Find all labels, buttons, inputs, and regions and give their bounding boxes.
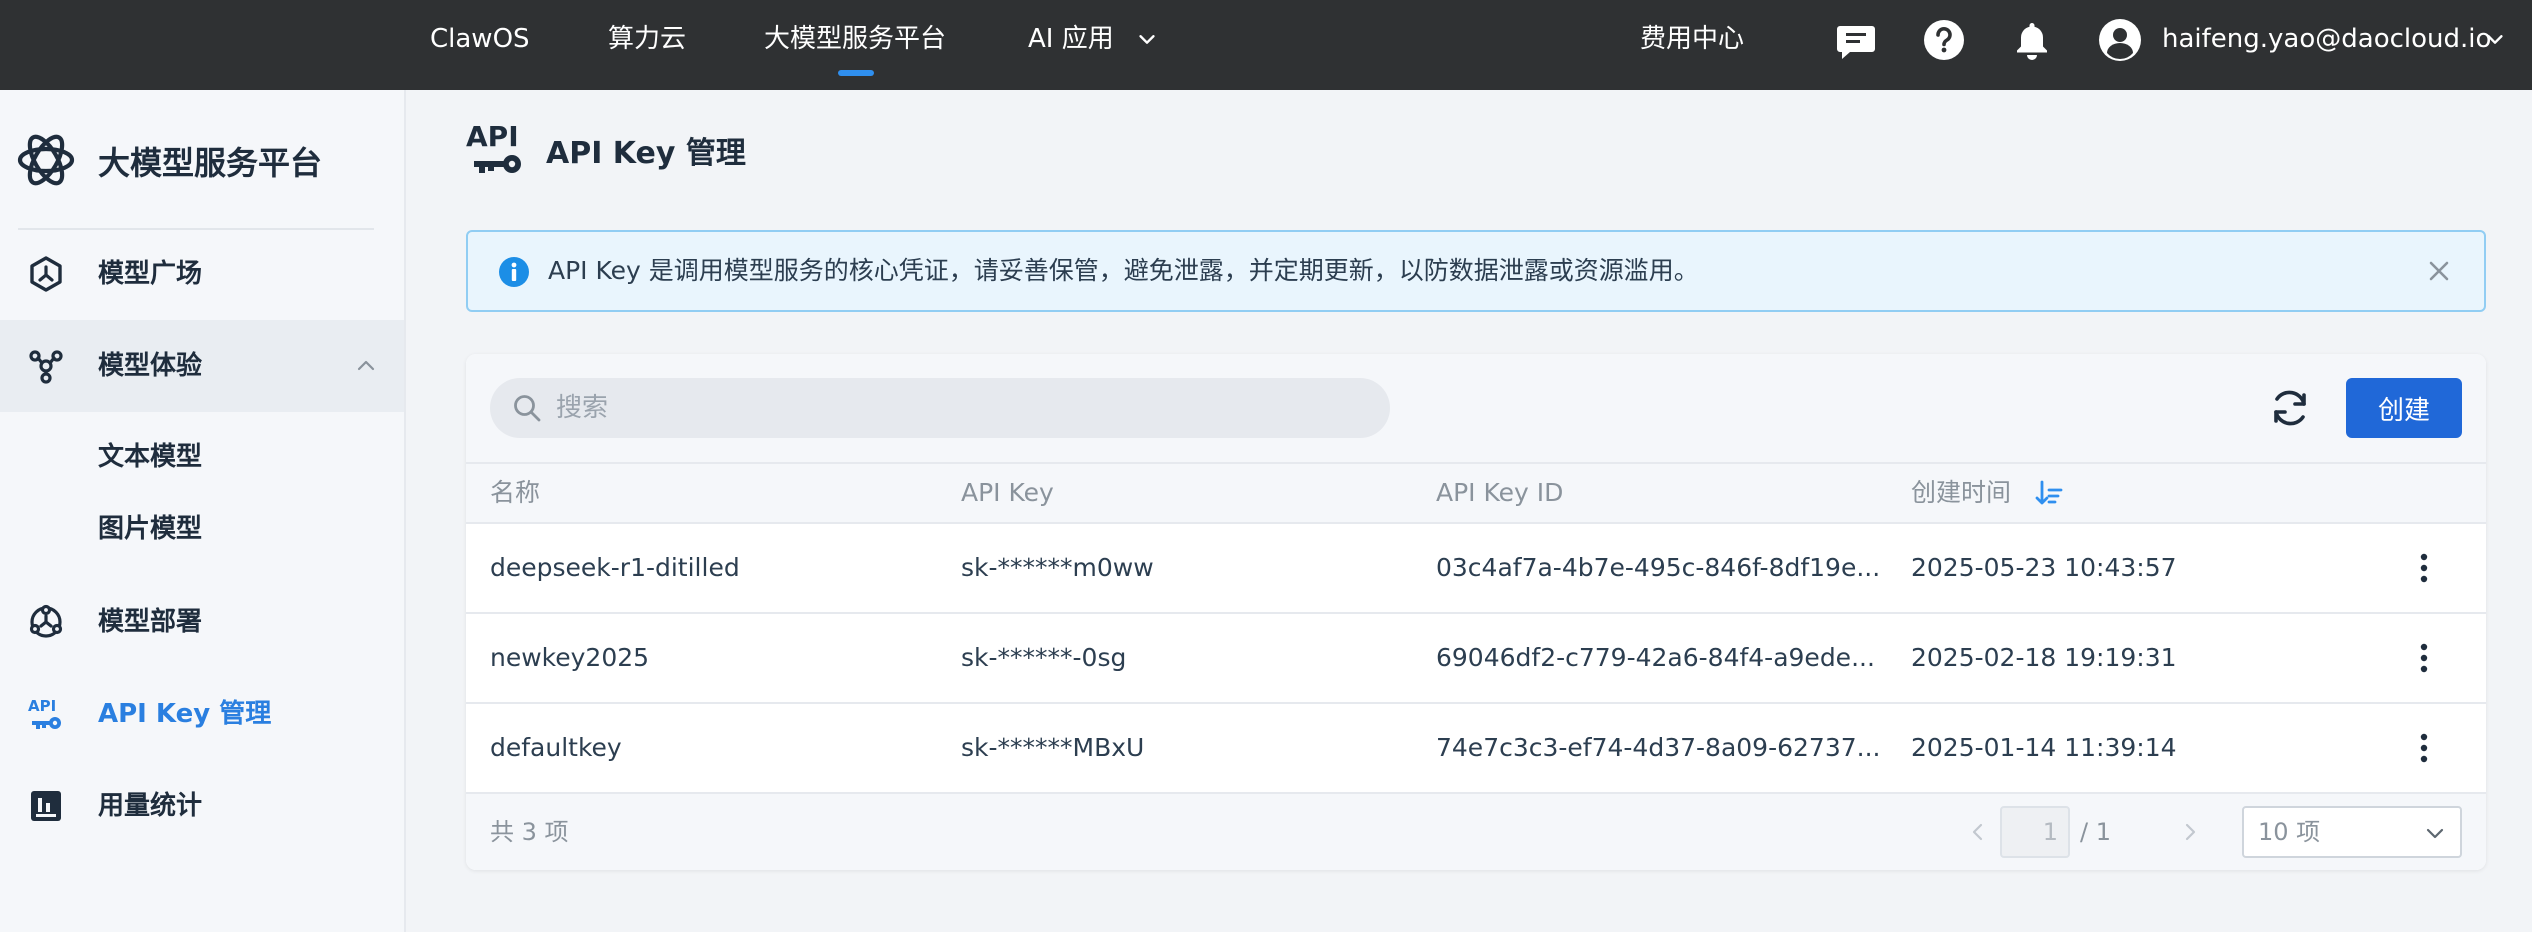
search-input[interactable] [556,378,1356,438]
table-toolbar: 创建 [466,354,2486,462]
column-header-name[interactable]: 名称 [490,464,540,522]
nav-item-ai-apps[interactable]: AI 应用 [1028,0,1114,90]
cell-api-key: sk-******-0sg [961,643,1127,672]
page-size-select[interactable]: 10 项 [2242,806,2462,858]
cell-api-key: sk-******m0ww [961,553,1154,582]
sidebar-item-api-key[interactable]: API API Key 管理 [0,668,404,760]
api-key-table-card: 创建 名称 API Key API Key ID 创建时间 deepseek-r… [466,354,2486,870]
api-key-title-icon: API [466,120,521,173]
page-title: API Key 管理 [546,136,746,171]
top-navigation-bar: ClawOS 算力云 大模型服务平台 AI 应用 费用中心 haifeng.ya… [0,0,2532,90]
message-icon[interactable] [1834,18,1878,62]
column-header-api-key[interactable]: API Key [961,464,1054,522]
nav-item-llm-platform[interactable]: 大模型服务平台 [764,0,946,90]
chevron-down-icon [2426,828,2444,839]
cell-api-key: sk-******MBxU [961,733,1145,762]
platform-logo-icon [17,134,75,186]
user-email[interactable]: haifeng.yao@daocloud.io [2162,0,2491,90]
more-actions-icon[interactable] [2404,548,2444,588]
next-page-icon[interactable] [2178,820,2202,844]
nav-item-compute-cloud[interactable]: 算力云 [608,0,686,90]
model-deploy-icon [29,604,63,638]
model-experience-icon [29,350,63,384]
cell-created-time: 2025-01-14 11:39:14 [1911,733,2177,762]
refresh-icon[interactable] [2266,384,2314,432]
chevron-down-icon[interactable] [1136,28,1158,50]
search-icon [514,395,541,422]
sort-descending-icon[interactable] [2034,478,2064,508]
sidebar-subitem-text-model[interactable]: 文本模型 [98,437,202,477]
sidebar-item-label: 模型体验 [98,351,203,381]
table-footer: 共 3 项 1 / 1 10 项 [466,794,2486,870]
create-button[interactable]: 创建 [2346,378,2462,438]
platform-title: 大模型服务平台 [98,144,323,182]
sidebar-item-label: 用量统计 [98,791,203,821]
more-actions-icon[interactable] [2404,638,2444,678]
usage-stats-icon [31,791,61,821]
sidebar-subitem-image-model[interactable]: 图片模型 [98,509,202,549]
info-icon [499,257,529,287]
model-square-icon [30,256,62,292]
total-pages: / 1 [2080,818,2111,846]
previous-page-icon[interactable] [1966,820,1990,844]
help-icon[interactable] [1922,18,1966,62]
cell-api-key-id: 69046df2-c779-42a6-84f4-a9ede... [1436,643,1875,672]
api-key-icon: API [28,697,61,729]
more-actions-icon[interactable] [2404,728,2444,768]
search-box[interactable] [490,378,1390,438]
sidebar-item-label: API Key 管理 [98,699,272,729]
chevron-up-icon[interactable] [354,354,378,378]
active-nav-indicator [838,70,874,76]
info-alert: API Key 是调用模型服务的核心凭证，请妥善保管，避免泄露，并定期更新，以防… [466,230,2486,312]
total-count: 共 3 项 [490,818,569,846]
svg-text:API: API [466,120,519,153]
cell-created-time: 2025-02-18 19:19:31 [1911,643,2177,672]
cell-created-time: 2025-05-23 10:43:57 [1911,553,2177,582]
alert-message: API Key 是调用模型服务的核心凭证，请妥善保管，避免泄露，并定期更新，以防… [548,256,1699,285]
close-icon[interactable] [2426,258,2452,284]
table-row[interactable]: deepseek-r1-ditilled sk-******m0ww 03c4a… [466,524,2486,614]
sidebar-item-model-experience[interactable]: 模型体验 [0,320,404,412]
user-menu-chevron-icon[interactable] [2484,28,2506,50]
user-avatar-icon[interactable] [2098,18,2142,62]
sidebar: 大模型服务平台 模型广场 模型体验 文本模型 图片模型 模型部署 API API… [0,90,406,932]
nav-item-billing-center[interactable]: 费用中心 [1640,0,1744,90]
page-number-input[interactable]: 1 [2000,806,2070,858]
sidebar-item-model-square[interactable]: 模型广场 [0,228,404,320]
column-header-created-time[interactable]: 创建时间 [1911,464,2011,522]
cell-name: defaultkey [490,733,622,762]
table-row[interactable]: newkey2025 sk-******-0sg 69046df2-c779-4… [466,614,2486,704]
sidebar-item-usage-stats[interactable]: 用量统计 [0,760,404,852]
sidebar-item-model-deploy[interactable]: 模型部署 [0,576,404,668]
svg-text:API: API [28,697,56,715]
cell-api-key-id: 74e7c3c3-ef74-4d37-8a09-62737... [1436,733,1881,762]
sidebar-item-label: 模型广场 [98,259,203,289]
nav-item-clawos[interactable]: ClawOS [430,0,530,90]
column-header-api-key-id[interactable]: API Key ID [1436,464,1563,522]
page-size-value: 10 项 [2258,818,2321,846]
cell-name: newkey2025 [490,643,650,672]
sidebar-item-label: 模型部署 [98,607,203,637]
table-row[interactable]: defaultkey sk-******MBxU 74e7c3c3-ef74-4… [466,704,2486,794]
table-header: 名称 API Key API Key ID 创建时间 [466,462,2486,524]
notification-bell-icon[interactable] [2010,18,2054,62]
cell-api-key-id: 03c4af7a-4b7e-495c-846f-8df19e... [1436,553,1881,582]
cell-name: deepseek-r1-ditilled [490,553,740,582]
